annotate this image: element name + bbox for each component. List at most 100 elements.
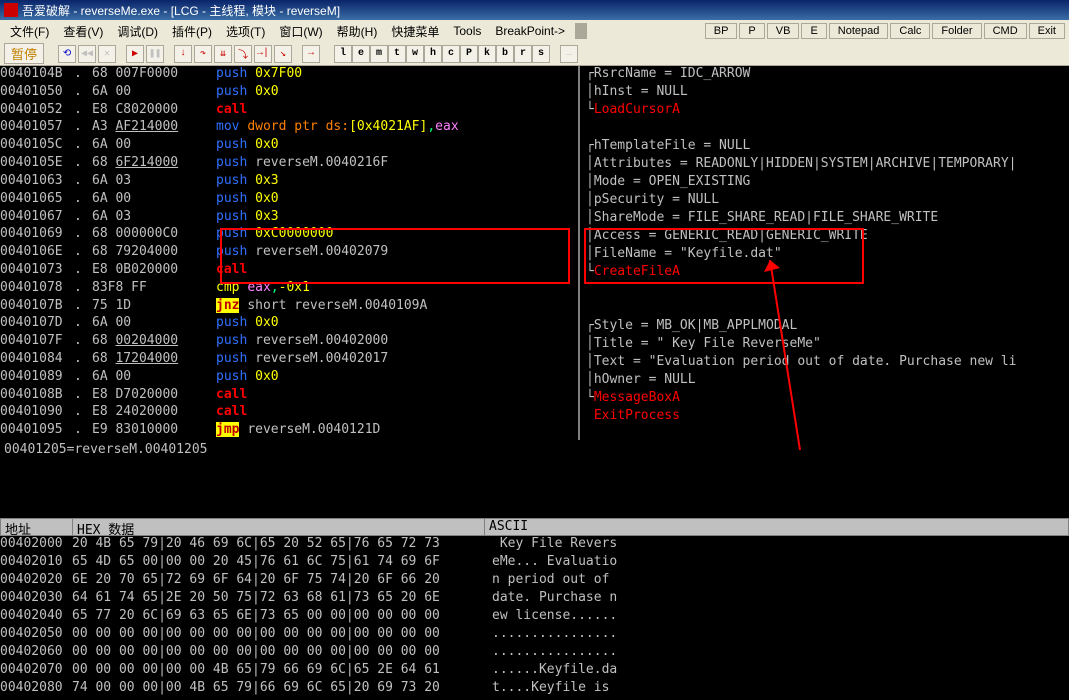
tillret-icon[interactable]: →| bbox=[254, 45, 272, 63]
dump-header-ascii[interactable]: ASCII bbox=[485, 519, 1068, 535]
dump-row[interactable]: 0040206000 00 00 00|00 00 00 00|00 00 00… bbox=[0, 644, 1069, 662]
btn-calc[interactable]: Calc bbox=[890, 23, 930, 39]
dump-header-addr[interactable]: 地址 bbox=[1, 519, 73, 535]
toolbar-letter-k[interactable]: k bbox=[478, 45, 496, 63]
info-row bbox=[586, 120, 1069, 138]
menu-file[interactable]: 文件(F) bbox=[4, 21, 55, 42]
toolbar-letter-r[interactable]: r bbox=[514, 45, 532, 63]
disasm-row[interactable]: 00401078.83F8 FFcmp eax,-0x1 bbox=[0, 280, 578, 298]
disasm-row[interactable]: 00401073.E8 0B020000call bbox=[0, 262, 578, 280]
dump-header: 地址 HEX 数据 ASCII bbox=[0, 518, 1069, 536]
info-row: │ShareMode = FILE_SHARE_READ|FILE_SHARE_… bbox=[586, 210, 1069, 228]
menu-options[interactable]: 选项(T) bbox=[220, 21, 271, 42]
disasm-row[interactable]: 00401090.E8 24020000call bbox=[0, 404, 578, 422]
hex-dump-panel[interactable]: 地址 HEX 数据 ASCII 0040200020 4B 65 79|20 4… bbox=[0, 518, 1069, 700]
disasm-row[interactable]: 00401067.6A 03push 0x3 bbox=[0, 209, 578, 227]
btn-p[interactable]: P bbox=[739, 23, 764, 39]
toolbar-letter-l[interactable]: l bbox=[334, 45, 352, 63]
btn-e[interactable]: E bbox=[801, 23, 826, 39]
dump-row[interactable]: 0040208074 00 00 00|00 4B 65 79|66 69 6C… bbox=[0, 680, 1069, 698]
menu-window[interactable]: 窗口(W) bbox=[273, 21, 328, 42]
dump-row[interactable]: 0040201065 4D 65 00|00 00 20 45|76 61 6C… bbox=[0, 554, 1069, 572]
menu-debug[interactable]: 调试(D) bbox=[111, 21, 164, 42]
toolbar-letter-b[interactable]: b bbox=[496, 45, 514, 63]
menu-quickmenu[interactable]: 快捷菜单 bbox=[385, 21, 445, 42]
toolbar-letter-t[interactable]: t bbox=[388, 45, 406, 63]
menu-plugins[interactable]: 插件(P) bbox=[166, 21, 218, 42]
menu-bar: 文件(F) 查看(V) 调试(D) 插件(P) 选项(T) 窗口(W) 帮助(H… bbox=[0, 20, 1069, 42]
rewind-icon[interactable]: ◀◀ bbox=[78, 45, 96, 63]
toolbar-letter-c[interactable]: c bbox=[442, 45, 460, 63]
dump-row[interactable]: 0040200020 4B 65 79|20 46 69 6C|65 20 52… bbox=[0, 536, 1069, 554]
toolbar-letter-w[interactable]: w bbox=[406, 45, 424, 63]
info-row: └MessageBoxA bbox=[586, 390, 1069, 408]
info-row: ┌RsrcName = IDC_ARROW bbox=[586, 66, 1069, 84]
disasm-row[interactable]: 00401050.6A 00push 0x0 bbox=[0, 84, 578, 102]
disasm-row[interactable]: 00401089.6A 00push 0x0 bbox=[0, 369, 578, 387]
close-icon[interactable]: ✕ bbox=[98, 45, 116, 63]
pause-icon[interactable]: ❚❚ bbox=[146, 45, 164, 63]
info-row: │hOwner = NULL bbox=[586, 372, 1069, 390]
goto-icon[interactable]: → bbox=[302, 45, 320, 63]
disasm-row[interactable]: 0040107B.75 1Djnz short reverseM.0040109… bbox=[0, 298, 578, 316]
info-panel[interactable]: ┌RsrcName = IDC_ARROW│hInst = NULL└LoadC… bbox=[580, 66, 1069, 440]
info-row: │Attributes = READONLY|HIDDEN|SYSTEM|ARC… bbox=[586, 156, 1069, 174]
toolbar-letter-m[interactable]: m bbox=[370, 45, 388, 63]
dump-row[interactable]: 004020206E 20 70 65|72 69 6F 64|20 6F 75… bbox=[0, 572, 1069, 590]
status-pause: 暂停 bbox=[4, 43, 44, 64]
traceover-icon[interactable]: ⤵ bbox=[234, 45, 252, 63]
toolbar-letter-P[interactable]: P bbox=[460, 45, 478, 63]
btn-notepad[interactable]: Notepad bbox=[829, 23, 889, 39]
btn-exit[interactable]: Exit bbox=[1029, 23, 1065, 39]
info-row: │Mode = OPEN_EXISTING bbox=[586, 174, 1069, 192]
toolbar-letter-h[interactable]: h bbox=[424, 45, 442, 63]
disasm-row[interactable]: 00401095.E9 83010000jmp reverseM.0040121… bbox=[0, 422, 578, 440]
mid-gap bbox=[0, 458, 1069, 518]
info-row bbox=[586, 282, 1069, 300]
disasm-row[interactable]: 0040106E.68 79204000push reverseM.004020… bbox=[0, 244, 578, 262]
btn-bp[interactable]: BP bbox=[705, 23, 738, 39]
toolbar-letter-e[interactable]: e bbox=[352, 45, 370, 63]
disasm-row[interactable]: 0040108B.E8 D7020000call bbox=[0, 387, 578, 405]
restart-icon[interactable]: ⟲ bbox=[58, 45, 76, 63]
btn-folder[interactable]: Folder bbox=[932, 23, 981, 39]
disasm-row[interactable]: 0040105C.6A 00push 0x0 bbox=[0, 137, 578, 155]
disasm-row[interactable]: 0040105E.68 6F214000push reverseM.004021… bbox=[0, 155, 578, 173]
dump-header-hex[interactable]: HEX 数据 bbox=[73, 519, 485, 535]
info-row: ┌Style = MB_OK|MB_APPLMODAL bbox=[586, 318, 1069, 336]
menu-tools[interactable]: Tools bbox=[447, 22, 487, 40]
tilluser-icon[interactable]: ↘ bbox=[274, 45, 292, 63]
info-row: │pSecurity = NULL bbox=[586, 192, 1069, 210]
disasm-row[interactable]: 00401084.68 17204000push reverseM.004020… bbox=[0, 351, 578, 369]
menu-breakpoint[interactable]: BreakPoint-> bbox=[489, 22, 571, 40]
info-row: │hInst = NULL bbox=[586, 84, 1069, 102]
btn-cmd[interactable]: CMD bbox=[984, 23, 1027, 39]
run-icon[interactable]: ▶ bbox=[126, 45, 144, 63]
disasm-row[interactable]: 0040104B.68 007F0000push 0x7F00 bbox=[0, 66, 578, 84]
window-titlebar[interactable]: 吾爱破解 - reverseMe.exe - [LCG - 主线程, 模块 - … bbox=[0, 0, 1069, 20]
app-icon bbox=[4, 3, 18, 17]
dump-row[interactable]: 0040207000 00 00 00|00 00 4B 65|79 66 69… bbox=[0, 662, 1069, 680]
btn-vb[interactable]: VB bbox=[767, 23, 800, 39]
stepinto-icon[interactable]: ↓ bbox=[174, 45, 192, 63]
disassembly-panel[interactable]: 0040104B.68 007F0000push 0x7F0000401050.… bbox=[0, 66, 580, 440]
info-row: ExitProcess bbox=[586, 408, 1069, 426]
dump-row[interactable]: 0040204065 77 20 6C|69 63 65 6E|73 65 00… bbox=[0, 608, 1069, 626]
menu-view[interactable]: 查看(V) bbox=[57, 21, 109, 42]
disasm-row[interactable]: 00401069.68 000000C0push 0xC0000000 bbox=[0, 226, 578, 244]
disasm-row[interactable]: 00401052.E8 C8020000call bbox=[0, 102, 578, 120]
disasm-row[interactable]: 00401065.6A 00push 0x0 bbox=[0, 191, 578, 209]
disasm-row[interactable]: 0040107D.6A 00push 0x0 bbox=[0, 315, 578, 333]
stepover-icon[interactable]: ↷ bbox=[194, 45, 212, 63]
disasm-row[interactable]: 0040107F.68 00204000push reverseM.004020… bbox=[0, 333, 578, 351]
disasm-row[interactable]: 00401057.A3 AF214000mov dword ptr ds:[0x… bbox=[0, 119, 578, 137]
menu-help[interactable]: 帮助(H) bbox=[331, 21, 384, 42]
dump-row[interactable]: 0040205000 00 00 00|00 00 00 00|00 00 00… bbox=[0, 626, 1069, 644]
dump-row[interactable]: 0040203064 61 74 65|2E 20 50 75|72 63 68… bbox=[0, 590, 1069, 608]
info-row bbox=[586, 300, 1069, 318]
more-icon[interactable]: … bbox=[560, 45, 578, 63]
toolbar-letter-s[interactable]: s bbox=[532, 45, 550, 63]
traceinto-icon[interactable]: ⇊ bbox=[214, 45, 232, 63]
disasm-row[interactable]: 00401063.6A 03push 0x3 bbox=[0, 173, 578, 191]
toolbar: 暂停 ⟲ ◀◀ ✕ ▶ ❚❚ ↓ ↷ ⇊ ⤵ →| ↘ → lemtwhcPkb… bbox=[0, 42, 1069, 66]
